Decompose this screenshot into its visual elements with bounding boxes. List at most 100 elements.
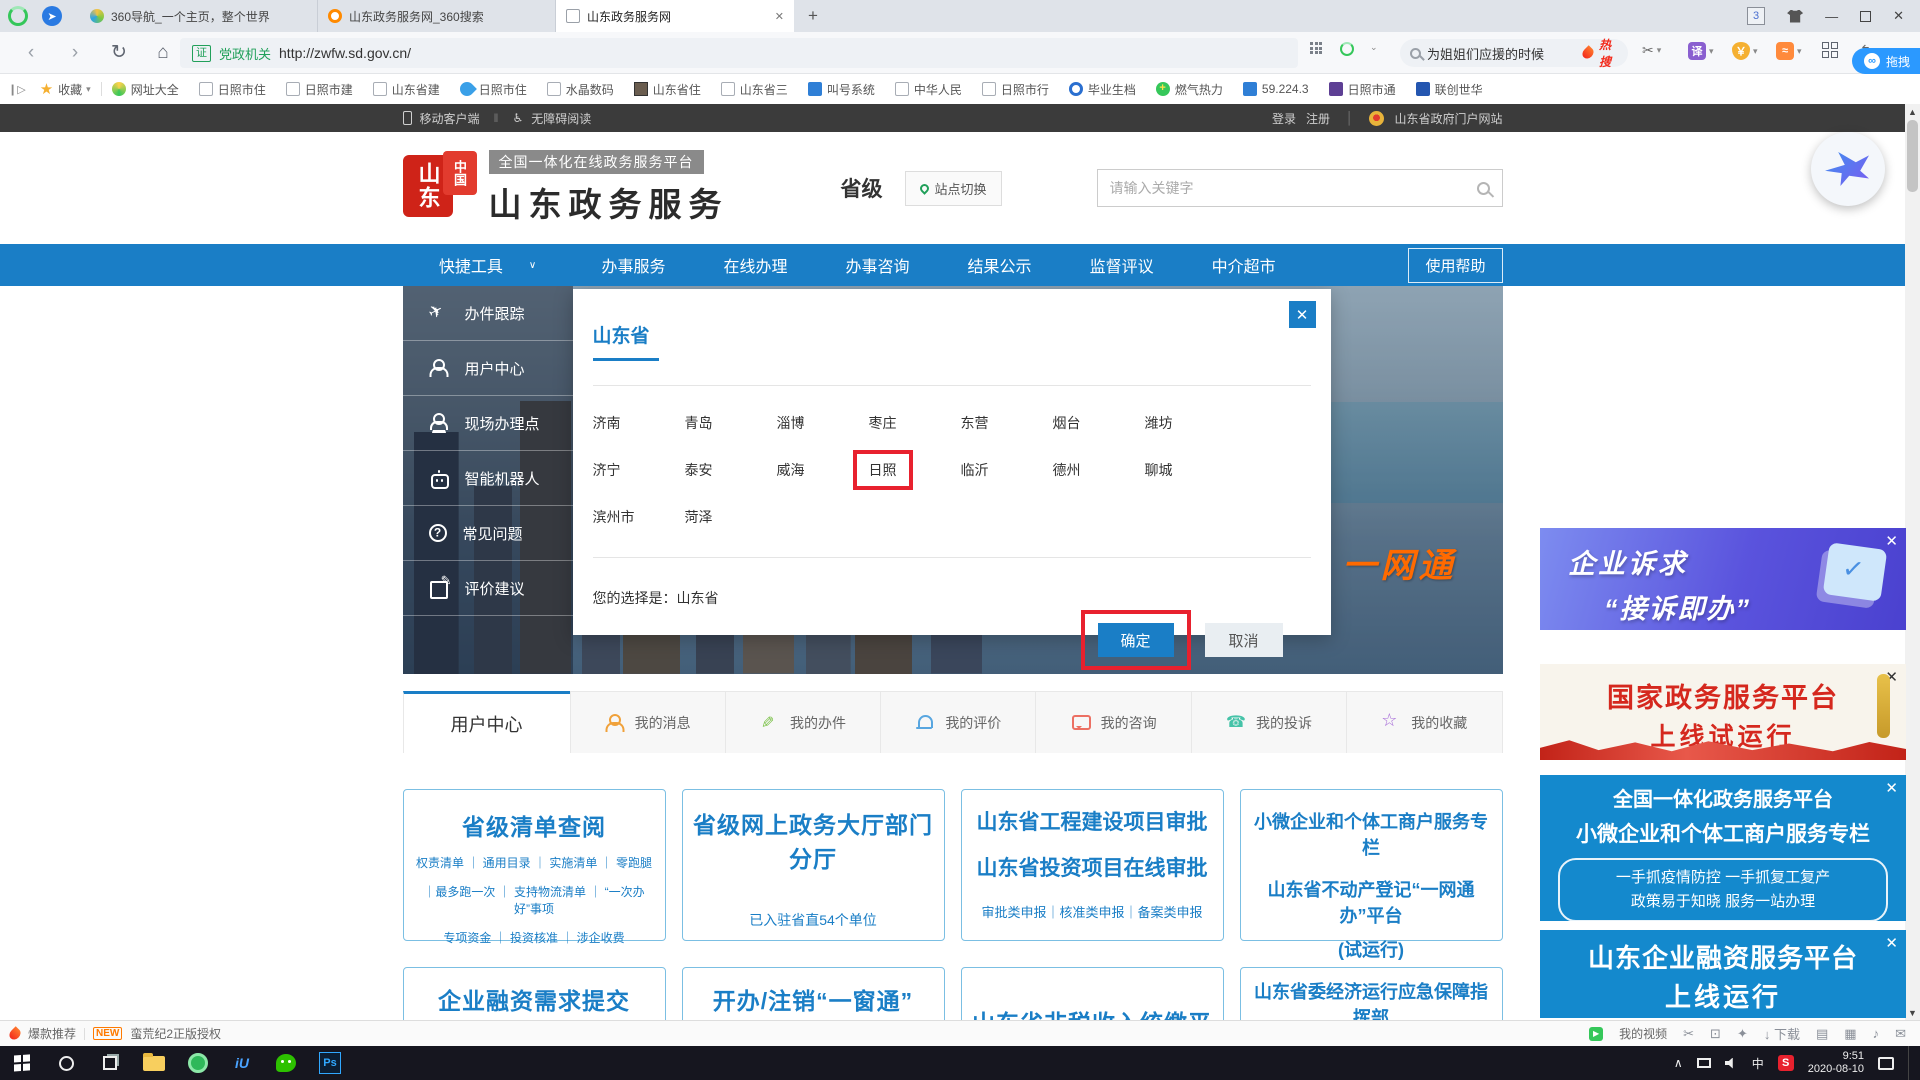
bookmark-item[interactable]: 叫号系统 [808,81,875,98]
bookmark-item[interactable]: 日照市通 [1329,81,1396,98]
city-option[interactable]: 威海 [777,460,805,480]
toolbar-search-box[interactable]: 热搜 [1400,39,1628,67]
nav-item[interactable]: 监督评议 [1061,253,1183,277]
card-links-line[interactable]: ｜最多跑一次 ｜ 支持物流清单 ｜ “一次办好”事项 [412,883,657,917]
address-bar[interactable]: 证 党政机关 http://zwfw.sd.gov.cn/ [180,38,1298,68]
favorites-star-icon[interactable]: ★ [40,80,53,98]
browser-tab[interactable]: 山东政务服务网 ✕ [556,0,794,32]
card-project-approval[interactable]: 山东省工程建设项目审批 山东省投资项目在线审批 审批类申报｜核准类申报｜备案类申… [961,789,1224,941]
city-option[interactable]: 临沂 [961,460,989,480]
my-video-label[interactable]: 我的视频 [1619,1025,1667,1042]
city-option[interactable]: 泰安 [685,460,713,480]
scroll-down-arrow[interactable]: ▼ [1905,1005,1920,1020]
minimize-button[interactable]: — [1825,9,1838,24]
bookmark-item[interactable]: 中华人民 [895,81,962,98]
site-switch-button[interactable]: 站点切换 [905,171,1002,206]
volume-tray-icon[interactable] [1725,1058,1738,1069]
register-link[interactable]: 注册 [1306,110,1330,127]
accessible-reading-link[interactable]: 无障碍阅读 [531,110,591,127]
quick-tools-menu-item[interactable]: 用户中心 [403,341,573,396]
site-search-icon[interactable] [1477,182,1490,195]
refresh-button[interactable]: ↻ [106,41,132,64]
browser-360-icon[interactable] [176,1046,220,1080]
bookmark-item[interactable]: 联创世华 [1416,81,1483,98]
tab-close-icon[interactable]: ✕ [775,10,784,23]
new-tab-button[interactable]: + [800,3,826,29]
city-option[interactable]: 德州 [1053,460,1081,480]
bookmarks-expander-icon[interactable]: ❙▷ [8,83,26,96]
show-desktop-button[interactable] [1908,1046,1912,1080]
quick-tools-menu-item[interactable]: 常见问题 [403,506,573,561]
site-search-box[interactable] [1097,169,1503,207]
photoshop-icon[interactable]: Ps [308,1046,352,1080]
close-button[interactable]: ✕ [1893,8,1904,24]
card-title[interactable]: 山东省委经济运行应急保障指挥部 [1249,978,1494,1020]
bookmark-item[interactable]: 网址大全 [112,81,179,98]
status-tool-icon[interactable]: ✉ [1895,1026,1906,1042]
cancel-button[interactable]: 取消 [1205,623,1283,657]
card-financing[interactable]: 企业融资需求提交 复工复产企业备案(试行) [403,967,666,1020]
favorites-label[interactable]: 收藏 [58,81,82,98]
card-policy-info[interactable]: 山东省委经济运行应急保障指挥部 办公室政策信息发布和问题诉求反 [1240,967,1503,1020]
nav-quick-tools[interactable]: 快捷工具 ∨ [403,253,573,277]
forward-button[interactable]: › [62,42,88,64]
user-center-tab[interactable]: 我的收藏 [1346,692,1501,753]
action-center-icon[interactable] [1878,1057,1894,1070]
task-view-icon[interactable] [88,1046,132,1080]
user-center-tab[interactable]: 我的咨询 [1035,692,1190,753]
card-title[interactable]: 企业融资需求提交 [412,982,657,1016]
back-button[interactable]: ‹ [18,42,44,64]
status-tool-icon[interactable]: ✦ [1737,1026,1748,1042]
tab-count-badge[interactable]: 3 [1747,7,1765,25]
quick-tools-menu-item[interactable]: 评价建议 [403,561,573,616]
banner-national-platform[interactable]: ✕ 国家政务服务平台 上线试运行 [1540,664,1906,760]
card-one-window[interactable]: 开办/注销“一窗通” [682,967,945,1020]
maximize-button[interactable] [1860,11,1871,22]
home-button[interactable]: ⌂ [150,42,176,64]
city-option[interactable]: 日照 [869,460,897,480]
display-tray-icon[interactable] [1697,1058,1711,1068]
iu-app-icon[interactable]: iU [220,1046,264,1080]
browser-tab[interactable]: 360导航_一个主页，整个世界 ✕ [80,0,318,32]
login-link[interactable]: 登录 [1272,110,1296,127]
bookmark-item[interactable]: 山东省三 [721,81,788,98]
city-option[interactable]: 潍坊 [1145,413,1173,433]
banner-enterprise-appeal[interactable]: ✕ 企业诉求 “接诉即办” [1540,528,1906,630]
card-links-line[interactable]: 权责清单 ｜ 通用目录 ｜ 实施清单 ｜ 零跑腿 [412,854,657,871]
bookmark-item[interactable]: 毕业生档 [1069,81,1136,98]
wechat-icon[interactable] [264,1046,308,1080]
translate-icon[interactable]: 译▾ [1688,42,1714,60]
apps-grid-icon[interactable] [1310,42,1322,54]
card-nontax[interactable]: 山东省非税收入统缴平台 [961,967,1224,1020]
city-option[interactable]: 淄博 [777,413,805,433]
banner-close-icon[interactable]: ✕ [1885,532,1898,550]
card-small-business[interactable]: 小微企业和个体工商户服务专栏 山东省不动产登记“一网通办”平台 (试运行) [1240,789,1503,941]
city-option[interactable]: 滨州市 [593,507,635,527]
scroll-up-arrow[interactable]: ▲ [1905,104,1920,119]
bookmark-item[interactable]: 山东省住 [634,81,701,98]
bookmark-item[interactable]: 山东省建 [373,81,440,98]
card-title[interactable]: 山东省工程建设项目审批 [970,806,1215,836]
page-scrollbar[interactable]: ▲ ▼ [1905,104,1920,1020]
card-title[interactable]: 山东省非税收入统缴平台 [970,1004,1215,1020]
card-title[interactable]: 开办/注销“一窗通” [691,982,936,1016]
theme-skin-icon[interactable] [1787,10,1803,23]
nav-item[interactable]: 结果公示 [939,253,1061,277]
status-tool-icons[interactable]: ✂ [1683,1026,1694,1042]
nav-item[interactable]: 在线办理 [695,253,817,277]
toolbar-search-input[interactable] [1427,46,1577,61]
scroll-thumb[interactable] [1907,120,1918,192]
browser-logo-icon[interactable] [8,6,28,26]
city-option[interactable]: 青岛 [685,413,713,433]
bookmark-item[interactable]: 燃气热力 [1156,81,1223,98]
card-list-lookup[interactable]: 省级清单查阅 权责清单 ｜ 通用目录 ｜ 实施清单 ｜ 零跑腿 ｜最多跑一次 ｜… [403,789,666,941]
banner-financing-platform[interactable]: ✕ 山东企业融资服务平台 上线运行 [1540,930,1906,1018]
taskbar-clock[interactable]: 9:51 2020-08-10 [1808,1050,1864,1076]
browser-nav-icon[interactable]: ➤ [42,6,62,26]
card-title[interactable]: (试运行) [1249,936,1494,962]
wallet-shield-icon[interactable]: ￥▾ [1732,42,1758,60]
city-option[interactable]: 枣庄 [869,413,897,433]
quick-tools-menu-item[interactable]: 办件跟踪 [403,286,573,341]
start-button[interactable] [0,1046,44,1080]
screenshot-scissors-icon[interactable]: ✂▾ [1642,42,1661,59]
